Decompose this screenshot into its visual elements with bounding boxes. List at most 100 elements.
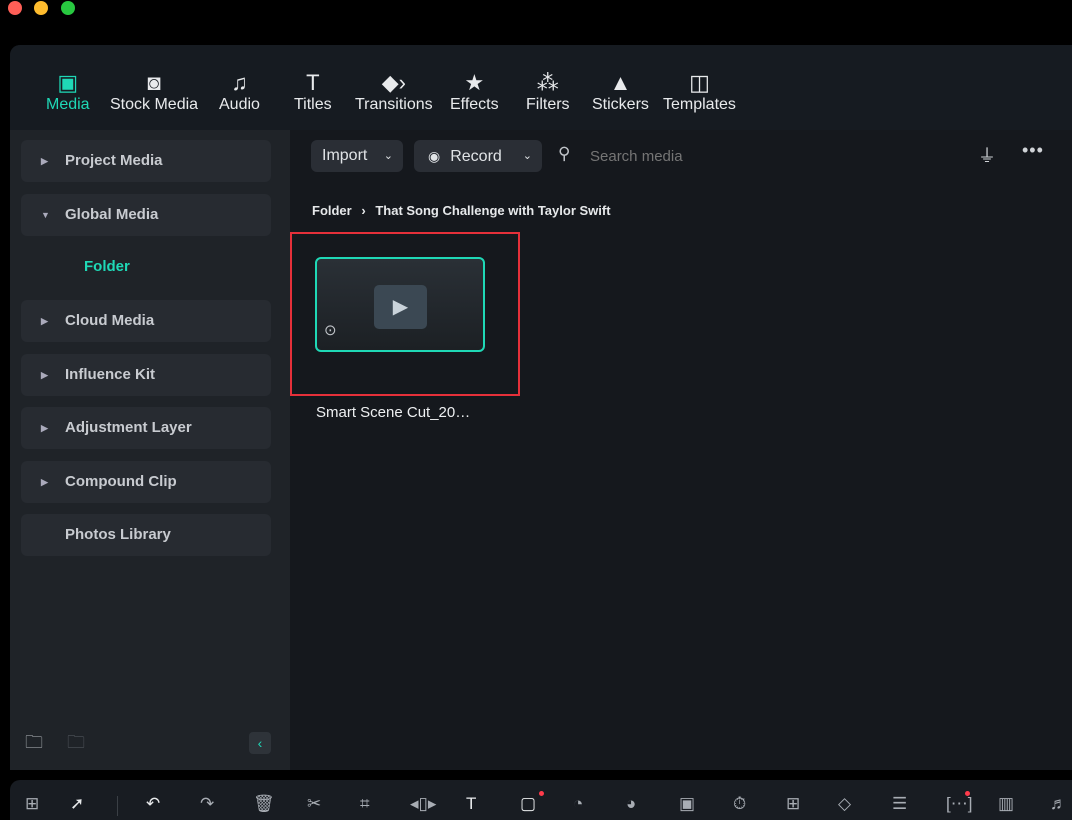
sidebar-item-compound-clip[interactable]: ▶ Compound Clip <box>21 461 271 503</box>
sidebar-item-folder[interactable]: Folder <box>84 258 130 275</box>
tab-templates[interactable]: ◫ Templates <box>663 70 736 114</box>
search-icon: ⚲ <box>558 144 571 163</box>
chevron-down-icon: ⌄ <box>383 150 393 162</box>
timeline-toolbar: ⊞ ➚ ↶ ↷ 🗑 ✂ ⌗ ◂▯▸ T ▢ ◔ ◕ ▣ ⏱ ⊞ ◇ ☰ [⋯] … <box>10 780 1072 820</box>
record-button[interactable]: ◉ Record ⌄ <box>414 140 542 172</box>
caret-right-icon: ▶ <box>41 370 48 380</box>
tab-label: Media <box>46 96 90 113</box>
tab-label: Stock Media <box>110 96 199 113</box>
record-label: Record <box>450 148 502 165</box>
crop-icon[interactable]: ⌗ <box>360 794 370 814</box>
chevron-right-icon: › <box>361 203 366 218</box>
sidebar-item-photos-library[interactable]: Photos Library <box>21 514 271 556</box>
tab-stickers[interactable]: ▲ Stickers <box>592 70 649 114</box>
divider <box>117 796 118 816</box>
color-palette-icon[interactable]: ◕ <box>626 794 636 814</box>
import-button[interactable]: Import ⌄ <box>311 140 403 172</box>
more-options-icon[interactable]: ••• <box>1022 140 1044 161</box>
record-icon: ◉ <box>428 148 441 164</box>
media-clip-thumbnail[interactable]: ▶ ⊙ <box>315 257 485 352</box>
media-clip-name: Smart Scene Cut_20… <box>316 404 471 421</box>
import-label: Import <box>322 147 368 164</box>
sidebar-item-adjustment-layer[interactable]: ▶ Adjustment Layer <box>21 407 271 449</box>
caret-right-icon: ▶ <box>41 316 48 326</box>
tab-filters[interactable]: ⁂ Filters <box>526 70 570 114</box>
sidebar-item-label: Global Media <box>65 206 159 223</box>
filter-sort-icon[interactable]: ⏚ <box>978 142 996 168</box>
music-track-icon[interactable]: ♬ <box>1050 794 1067 814</box>
new-folder-icon[interactable]: 🗀 <box>25 730 43 760</box>
text-t-icon: T <box>306 70 320 95</box>
chevron-down-icon: ⌄ <box>522 150 532 162</box>
tab-label: Transitions <box>355 96 433 113</box>
text-icon[interactable]: T <box>466 794 476 814</box>
maximize-window-button[interactable] <box>61 1 75 15</box>
templates-icon: ◫ <box>689 70 710 95</box>
tab-label: Filters <box>526 96 570 113</box>
minimize-window-button[interactable] <box>34 1 48 15</box>
search-input[interactable] <box>590 143 890 169</box>
tab-label: Audio <box>219 96 260 113</box>
sidebar-item-label: Compound Clip <box>65 473 177 490</box>
tab-effects[interactable]: ★ Effects <box>450 70 499 114</box>
audio-waveform-icon[interactable]: ▥ <box>998 794 1014 814</box>
tab-label: Stickers <box>592 96 649 113</box>
caret-right-icon: ▶ <box>41 423 48 433</box>
aspect-ratio-icon[interactable]: ▢ <box>520 794 536 814</box>
sidebar-item-label: Cloud Media <box>65 312 155 329</box>
close-window-button[interactable] <box>8 1 22 15</box>
media-panel: Import ⌄ ◉ Record ⌄ ⚲ ⏚ ••• Folder › That S… <box>290 130 1072 770</box>
media-window: ▣ Media ◙ Stock Media ♫ Audio T Titles ◆› Tra… <box>10 45 1072 770</box>
top-toolbar: ▣ Media ◙ Stock Media ♫ Audio T Titles ◆› Tra… <box>10 45 1072 130</box>
breadcrumb-current: That Song Challenge with Taylor Swift <box>375 203 611 218</box>
play-icon: ▶ <box>374 285 427 329</box>
notification-dot <box>965 791 970 796</box>
redo-icon[interactable]: ↷ <box>200 794 214 814</box>
smart-scene-cut-icon: ⊙ <box>324 322 337 339</box>
sidebar-item-project-media[interactable]: ▶ Project Media <box>21 140 271 182</box>
sidebar-item-influence-kit[interactable]: ▶ Influence Kit <box>21 354 271 396</box>
tab-audio[interactable]: ♫ Audio <box>219 70 260 114</box>
breadcrumb: Folder › That Song Challenge with Taylor… <box>312 203 611 218</box>
delete-icon[interactable]: 🗑 <box>253 794 275 814</box>
portrait-icon[interactable]: ▣ <box>679 794 695 814</box>
keyframe-icon[interactable]: ◇ <box>838 794 851 814</box>
audio-stretch-icon[interactable]: ◂▯▸ <box>410 794 436 814</box>
adjust-sliders-icon[interactable]: ☰ <box>892 794 907 814</box>
add-frame-icon[interactable]: ⊞ <box>786 794 800 814</box>
collapse-sidebar-button[interactable]: ‹ <box>249 732 271 754</box>
stock-media-icon: ◙ <box>147 70 161 95</box>
caret-right-icon: ▶ <box>41 156 48 166</box>
caret-down-icon: ▼ <box>41 210 50 220</box>
notification-dot <box>539 791 544 796</box>
caret-right-icon: ▶ <box>41 477 48 487</box>
sidebar-item-label: Photos Library <box>65 526 171 543</box>
tab-stock-media[interactable]: ◙ Stock Media <box>110 70 198 114</box>
undo-icon[interactable]: ↶ <box>146 794 160 814</box>
stickers-icon: ▲ <box>609 70 632 95</box>
breadcrumb-root[interactable]: Folder <box>312 203 352 218</box>
media-icon: ▣ <box>57 70 79 95</box>
sidebar-item-global-media[interactable]: ▼ Global Media <box>21 194 271 236</box>
select-pointer-icon[interactable]: ➚ <box>70 794 84 814</box>
timer-icon[interactable]: ⏱ <box>733 794 746 814</box>
sidebar-item-label: Influence Kit <box>65 366 156 383</box>
tab-label: Titles <box>294 96 332 113</box>
layout-icon[interactable]: ⊞ <box>25 794 39 814</box>
filters-icon: ⁂ <box>536 70 559 95</box>
more-tools-icon[interactable]: [⋯] <box>946 794 972 814</box>
tab-titles[interactable]: T Titles <box>294 70 332 114</box>
speed-icon[interactable]: ◔ <box>573 794 583 814</box>
tab-label: Effects <box>450 96 499 113</box>
transitions-icon: ◆› <box>381 70 406 95</box>
tab-media[interactable]: ▣ Media <box>46 70 90 114</box>
sidebar-item-label: Adjustment Layer <box>65 419 192 436</box>
sidebar-item-cloud-media[interactable]: ▶ Cloud Media <box>21 300 271 342</box>
music-note-icon: ♫ <box>231 70 248 95</box>
tab-label: Templates <box>663 96 736 113</box>
delete-folder-icon[interactable]: 🗀 <box>67 730 85 760</box>
effects-star-icon: ★ <box>464 70 485 95</box>
sidebar-item-label: Project Media <box>65 152 163 169</box>
tab-transitions[interactable]: ◆› Transitions <box>355 70 433 114</box>
scissors-icon[interactable]: ✂ <box>307 794 321 814</box>
